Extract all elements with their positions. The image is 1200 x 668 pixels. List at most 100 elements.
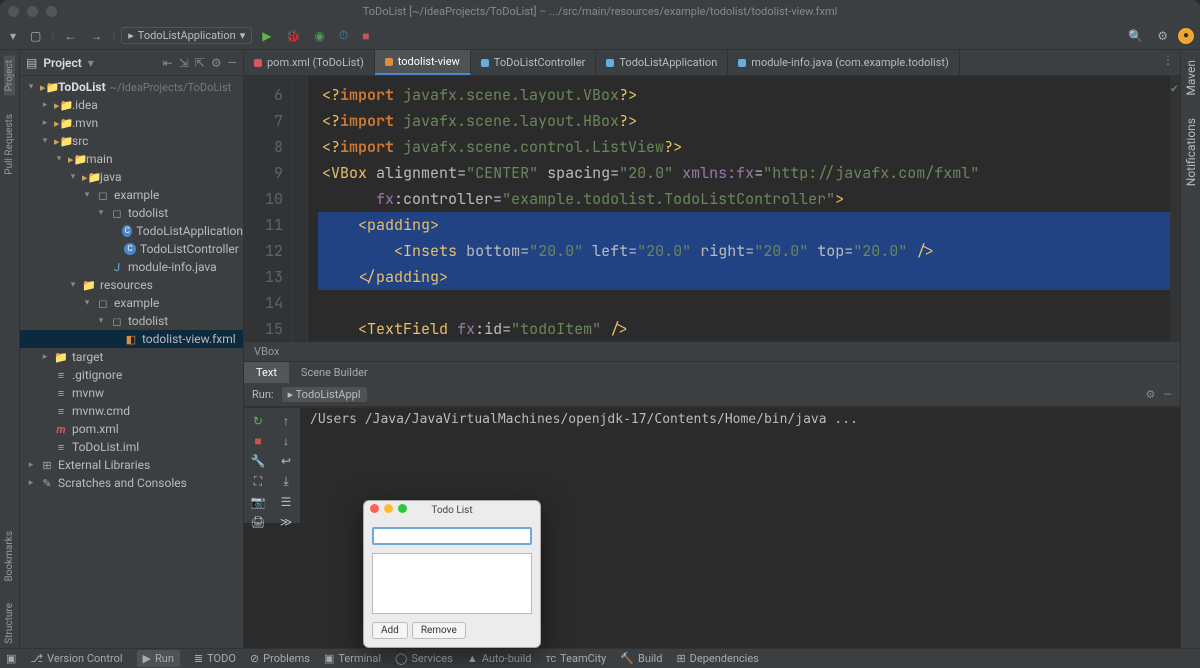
code-line[interactable]: <Insets bottom="20.0" left="20.0" right=… — [318, 238, 1180, 264]
tree-row[interactable]: ▸▸📁.idea — [20, 96, 243, 114]
code-editor[interactable]: 678910111213141516171819202122 <?import … — [244, 76, 1180, 341]
tool-window-pull-requests[interactable]: Pull Requests — [4, 110, 15, 179]
code-line[interactable]: <VBox alignment="CENTER" spacing="20.0" … — [318, 160, 1180, 186]
gear-icon[interactable]: ⚙ — [211, 56, 222, 70]
tree-row[interactable]: ▾▸📁java — [20, 168, 243, 186]
status-teamcity[interactable]: тсTeamCity — [546, 652, 607, 665]
status-dependencies[interactable]: ⊞Dependencies — [676, 652, 758, 665]
hide-icon[interactable]: — — [1163, 388, 1172, 401]
editor-tab[interactable]: todolist-view — [375, 50, 471, 75]
add-button[interactable]: Add — [372, 622, 408, 639]
code-line[interactable]: <TextField fx:id="todoItem" /> — [318, 316, 1180, 341]
tool-window-structure[interactable]: Structure — [4, 599, 15, 648]
run-configuration-selector[interactable]: ▸ TodoListApplication ▾ — [121, 27, 252, 44]
expand-all-icon[interactable]: ⇲ — [179, 56, 189, 70]
status-problems[interactable]: ⊘Problems — [250, 652, 310, 665]
avatar[interactable]: ● — [1178, 28, 1194, 44]
code-line[interactable]: <?import javafx.scene.layout.VBox?> — [318, 82, 1180, 108]
tree-row[interactable]: mpom.xml — [20, 420, 243, 438]
code-line[interactable]: <padding> — [318, 212, 1180, 238]
tree-row[interactable]: ▾▸📁src — [20, 132, 243, 150]
gear-icon[interactable]: ⚙ — [1146, 388, 1156, 401]
tree-row[interactable]: ◧todolist-view.fxml — [20, 330, 243, 348]
up-icon[interactable]: ↑ — [283, 414, 289, 428]
javafx-titlebar[interactable]: Todo List — [364, 501, 540, 519]
nav-back-icon[interactable]: ← — [60, 27, 80, 45]
editor-breadcrumb[interactable]: VBox — [244, 341, 1180, 361]
tree-row[interactable]: ≡.gitignore — [20, 366, 243, 384]
stop-icon[interactable]: ■ — [358, 27, 373, 45]
code-line[interactable]: </padding> — [318, 264, 1180, 290]
hide-icon[interactable]: — — [228, 56, 237, 70]
code-content[interactable]: <?import javafx.scene.layout.VBox?> <?imp… — [308, 76, 1180, 341]
status-version-control[interactable]: ⎇Version Control — [30, 652, 122, 665]
tree-row[interactable]: ▾▸📁ToDoList ~/IdeaProjects/ToDoList — [20, 78, 243, 96]
select-opened-file-icon[interactable]: ⇤ — [163, 56, 173, 70]
editor-tab[interactable]: ToDoListController — [471, 50, 597, 75]
status-services[interactable]: ◯Services — [395, 652, 453, 665]
run-icon[interactable]: ▶ — [258, 27, 275, 45]
run-tab[interactable]: ▸ TodoListAppl — [282, 387, 367, 402]
editor-tab[interactable]: TodoListApplication — [596, 50, 728, 75]
close-icon[interactable] — [370, 504, 379, 513]
tree-row[interactable]: ▸⊞External Libraries — [20, 456, 243, 474]
todo-list-view[interactable] — [372, 553, 532, 614]
tree-row[interactable]: Jmodule-info.java — [20, 258, 243, 276]
tree-row[interactable]: ▸✎Scratches and Consoles — [20, 474, 243, 492]
status-todo[interactable]: ≣TODO — [194, 652, 236, 665]
tree-row[interactable]: ≡mvnw — [20, 384, 243, 402]
tree-row[interactable]: ▾◻todolist — [20, 204, 243, 222]
scroll-end-icon[interactable]: ⤓ — [283, 474, 288, 489]
javafx-app-window[interactable]: Todo List Add Remove — [363, 500, 541, 648]
project-dropdown-icon[interactable]: ▾ — [6, 27, 20, 45]
code-line[interactable]: <?import javafx.scene.control.ListView?> — [318, 134, 1180, 160]
print-icon[interactable]: 🖨 — [250, 515, 265, 529]
tool-window-project[interactable]: Project — [4, 56, 15, 96]
tree-row[interactable]: ≡mvnw.cmd — [20, 402, 243, 420]
tool-window-notifications[interactable]: Notifications — [1184, 114, 1198, 190]
editor-tab[interactable]: module-info.java (com.example.todolist) — [728, 50, 960, 75]
rerun-icon[interactable]: ↻ — [253, 414, 263, 428]
subtab-text[interactable]: Text — [244, 362, 289, 383]
subtab-scene-builder[interactable]: Scene Builder — [289, 362, 380, 383]
tree-row[interactable]: CTodoListController — [20, 240, 243, 258]
tree-row[interactable]: ▸▸📁.mvn — [20, 114, 243, 132]
stop-icon[interactable]: ■ — [254, 434, 261, 448]
soft-wrap-icon[interactable]: ↩ — [281, 454, 291, 468]
layout-icon[interactable]: ⛶ — [254, 474, 262, 489]
fold-gutter[interactable] — [292, 76, 308, 341]
maximize-icon[interactable] — [398, 504, 407, 513]
wrench-icon[interactable]: 🔧 — [251, 454, 266, 468]
hammer-icon[interactable]: ▢ — [26, 27, 45, 45]
code-line[interactable] — [318, 290, 1180, 316]
tool-window-quick-access-icon[interactable]: ▣ — [6, 652, 16, 665]
camera-icon[interactable]: 📷 — [251, 495, 266, 509]
status-terminal[interactable]: ▣Terminal — [324, 652, 381, 665]
chevron-down-icon[interactable]: ▾ — [88, 56, 94, 70]
profile-icon[interactable]: ⏱ — [335, 26, 352, 45]
status-auto-build[interactable]: ▲Auto-build — [467, 652, 532, 665]
code-line[interactable]: fx:controller="example.todolist.TodoList… — [318, 186, 1180, 212]
down-icon[interactable]: ↓ — [283, 434, 289, 448]
tool-window-maven[interactable]: Maven — [1184, 56, 1198, 100]
search-icon[interactable]: 🔍 — [1124, 27, 1147, 45]
remove-button[interactable]: Remove — [412, 622, 466, 639]
collapse-all-icon[interactable]: ⇱ — [195, 56, 205, 70]
status-run[interactable]: ▶Run — [137, 650, 180, 667]
coverage-icon[interactable]: ◉ — [310, 27, 328, 45]
error-stripe[interactable]: ✔ — [1170, 76, 1180, 341]
minimize-icon[interactable] — [384, 504, 393, 513]
todo-item-input[interactable] — [372, 527, 532, 545]
traffic-lights[interactable] — [8, 6, 57, 17]
project-panel-title[interactable]: Project — [43, 56, 81, 70]
tool-window-bookmarks[interactable]: Bookmarks — [4, 527, 15, 586]
trash-icon[interactable]: ≫ — [280, 515, 293, 529]
tree-row[interactable]: ▾▸📁main — [20, 150, 243, 168]
tree-row[interactable]: ≡ToDoList.iml — [20, 438, 243, 456]
tree-row[interactable]: ▾📁resources — [20, 276, 243, 294]
tree-row[interactable]: ▾◻example — [20, 186, 243, 204]
tree-row[interactable]: CTodoListApplication — [20, 222, 243, 240]
tab-list-icon[interactable]: ⋮ — [1162, 53, 1174, 67]
gear-icon[interactable]: ⚙ — [1153, 27, 1172, 45]
filter-icon[interactable]: ☰ — [281, 495, 292, 509]
